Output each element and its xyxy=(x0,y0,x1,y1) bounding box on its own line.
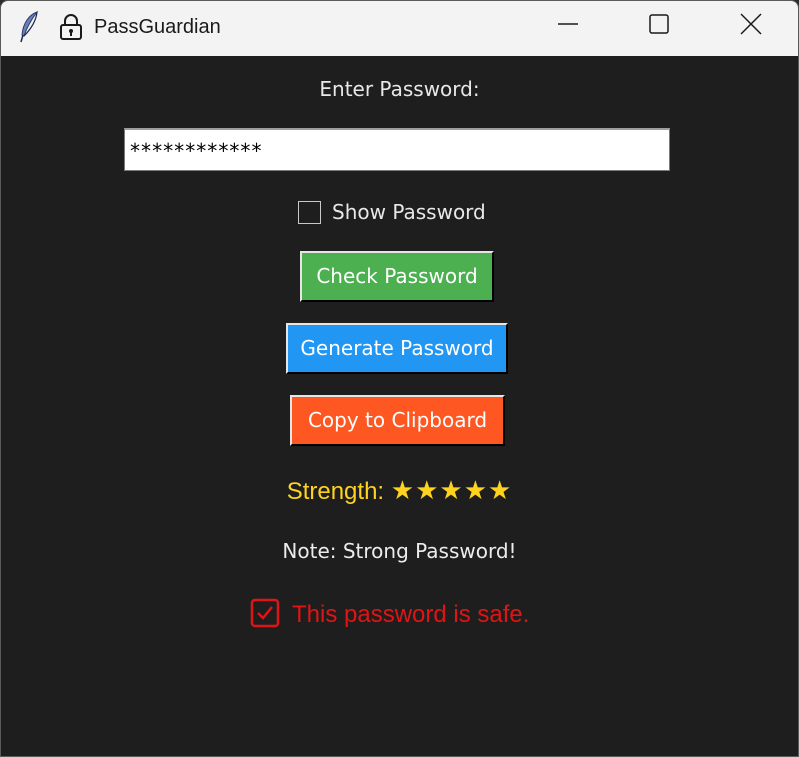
password-input[interactable] xyxy=(124,128,670,171)
main-content: Enter Password: Show Password Check Pass… xyxy=(1,57,798,756)
window-title: PassGuardian xyxy=(94,16,221,38)
password-prompt-label: Enter Password: xyxy=(319,77,480,101)
padlock-icon xyxy=(58,13,84,45)
title-bar: PassGuardian xyxy=(1,1,798,56)
maximize-button[interactable] xyxy=(636,1,682,51)
generate-password-button[interactable]: Generate Password xyxy=(286,323,508,374)
feather-icon xyxy=(19,10,41,47)
minimize-button[interactable] xyxy=(545,1,591,51)
minimize-icon xyxy=(557,13,579,39)
close-icon xyxy=(740,13,762,39)
copy-to-clipboard-button[interactable]: Copy to Clipboard xyxy=(290,395,505,446)
show-password-label: Show Password xyxy=(332,200,486,224)
checkbox-checked-icon xyxy=(250,598,280,632)
check-password-button[interactable]: Check Password xyxy=(300,251,494,302)
strength-indicator: Strength: ★★★★★ xyxy=(1,476,798,506)
strength-label: Strength: xyxy=(286,478,385,505)
show-password-checkbox[interactable] xyxy=(298,200,321,224)
safety-status: This password is safe. xyxy=(250,598,530,632)
app-window: PassGuardian Enter Password: Show xyxy=(0,0,799,757)
maximize-icon xyxy=(648,13,670,39)
safety-message: This password is safe. xyxy=(292,601,530,628)
strength-note: Note: Strong Password! xyxy=(282,539,517,563)
strength-stars: ★★★★★ xyxy=(390,476,513,506)
close-button[interactable] xyxy=(728,1,774,51)
show-password-toggle[interactable]: Show Password xyxy=(298,199,486,225)
